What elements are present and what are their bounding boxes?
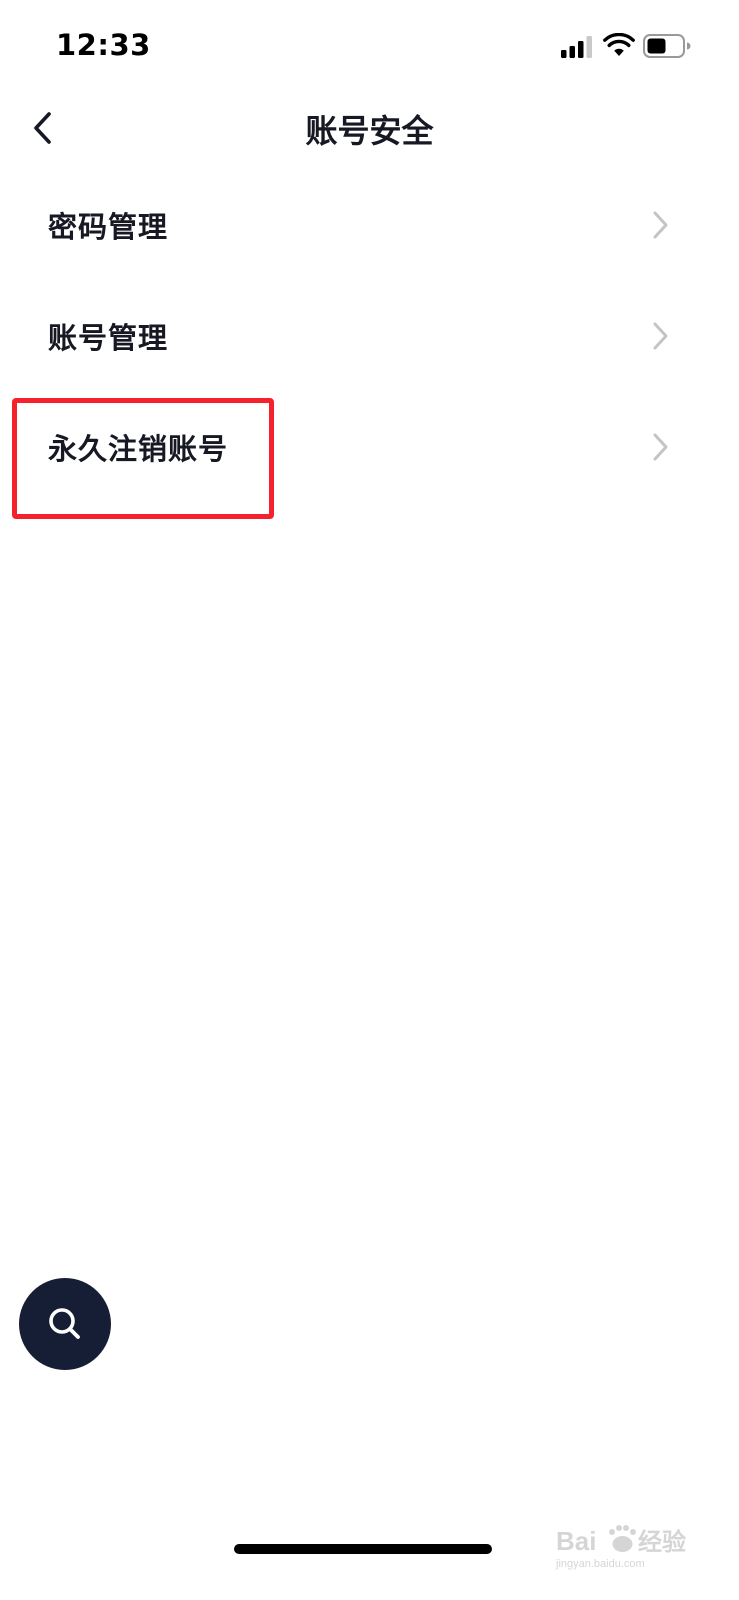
account-security-screen: 12:33 账号安全 密码管理 账号管理 永久注销账号 Bai 经验 jingy… bbox=[0, 0, 739, 1600]
search-icon bbox=[49, 1308, 80, 1339]
baidu-jingyan-watermark: Bai 经验 jingyan.baidu.com bbox=[556, 1522, 696, 1570]
signal-icon bbox=[561, 36, 592, 58]
menu-item-delete-account[interactable]: 永久注销账号 bbox=[0, 392, 739, 503]
home-indicator[interactable] bbox=[234, 1544, 492, 1554]
menu-item-label: 密码管理 bbox=[48, 210, 169, 244]
floating-search-button[interactable] bbox=[19, 1278, 111, 1370]
menu-item-account-management[interactable]: 账号管理 bbox=[0, 281, 739, 392]
watermark-logo: Bai 经验 bbox=[556, 1525, 686, 1556]
battery-icon bbox=[643, 34, 691, 58]
status-bar: 12:33 bbox=[0, 0, 739, 92]
settings-menu-list: 密码管理 账号管理 永久注销账号 bbox=[0, 170, 739, 503]
wifi-icon bbox=[603, 33, 635, 56]
svg-text:Bai: Bai bbox=[556, 1526, 596, 1556]
status-time: 12:33 bbox=[56, 28, 151, 62]
chevron-right-icon bbox=[653, 211, 668, 239]
menu-item-password-management[interactable]: 密码管理 bbox=[0, 170, 739, 281]
nav-header: 账号安全 bbox=[0, 92, 739, 164]
page-title: 账号安全 bbox=[305, 112, 434, 150]
menu-item-label: 永久注销账号 bbox=[48, 432, 229, 466]
menu-item-label: 账号管理 bbox=[48, 321, 169, 355]
watermark-url: jingyan.baidu.com bbox=[556, 1558, 645, 1570]
chevron-right-icon bbox=[653, 433, 668, 461]
chevron-right-icon bbox=[653, 322, 668, 350]
svg-text:经验: 经验 bbox=[638, 1528, 686, 1556]
